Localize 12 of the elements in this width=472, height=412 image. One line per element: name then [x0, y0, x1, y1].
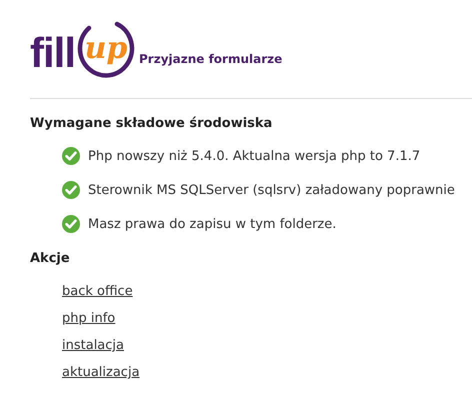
action-link[interactable]: aktualizacja	[62, 365, 140, 380]
section-heading: Akcje	[30, 251, 70, 266]
logo-tagline: Przyjazne formularze	[139, 52, 282, 66]
requirement-text: Php nowszy niż 5.4.0. Aktualna wersja php to 7.1.7	[88, 148, 420, 164]
requirement-text: Sterownik MS SQLServer (sqlsrv) załadowany poprawnie	[88, 182, 455, 198]
logo-word: fill	[30, 32, 75, 74]
action-link[interactable]: instalacja	[62, 338, 124, 353]
section-heading: Wymagane składowe środowiska	[30, 116, 272, 131]
requirement-text: Masz prawa do zapisu w tym folderze.	[88, 216, 336, 232]
action-link[interactable]: php info	[62, 311, 116, 326]
logo-accent: up	[84, 34, 128, 64]
action-link[interactable]: back office	[62, 284, 133, 299]
